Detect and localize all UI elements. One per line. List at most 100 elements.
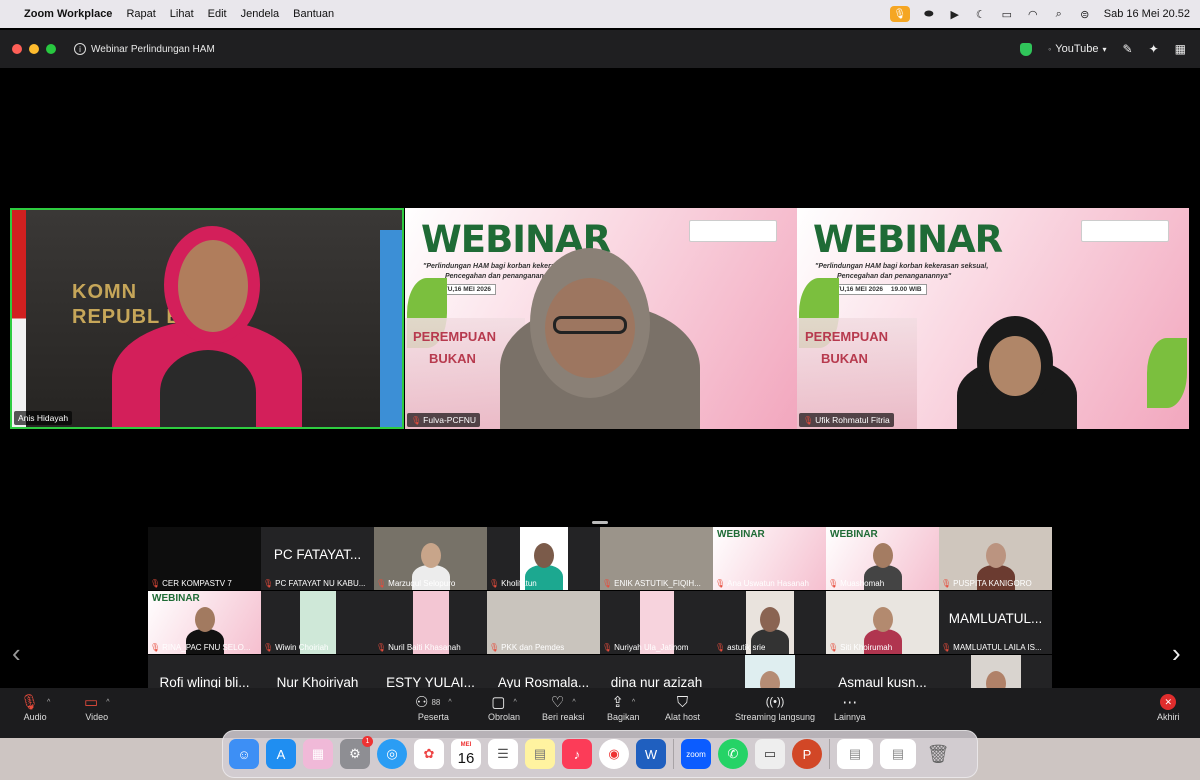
participant-name: Nuriyah Ula_Jatinom: [614, 643, 689, 652]
word-icon[interactable]: W: [636, 739, 666, 769]
host-tools-button[interactable]: ⛉ Alat host: [665, 692, 701, 723]
speaker-tile-anis-hidayah[interactable]: KOMN REPUBL ESIA Anis Hidayah: [10, 208, 404, 429]
moon-icon[interactable]: ☾: [974, 7, 988, 21]
live-stream-icon: ((•)): [765, 696, 785, 708]
person-face: [195, 607, 215, 632]
gallery-tile[interactable]: 🎙 CER KOMPASTV 7: [148, 527, 261, 590]
recent-document-icon[interactable]: ▤: [880, 739, 916, 769]
more-dots-icon: ⋯: [842, 694, 858, 711]
gallery-tile[interactable]: 🎙 astutik srie: [713, 591, 826, 654]
menu-jendela[interactable]: Jendela: [241, 8, 280, 20]
chevron-up-icon[interactable]: ^: [448, 699, 451, 706]
minimize-window-button[interactable]: [29, 44, 39, 54]
chevron-up-icon[interactable]: ^: [632, 699, 635, 706]
reactions-button[interactable]: ♡ ^ Beri reaksi: [542, 692, 585, 722]
meeting-info[interactable]: i Webinar Perlindungan HAM: [74, 43, 215, 55]
participant-name: RINA_PAC FNU SELO...: [162, 643, 251, 652]
gallery-tile[interactable]: 🎙 ENIK ASTUTIK_FIQIH...: [600, 527, 713, 590]
more-button[interactable]: ⋯ Lainnya: [834, 692, 866, 722]
ai-sparkle-icon[interactable]: ✦: [1149, 42, 1159, 56]
streaming-selector[interactable]: ◦ YouTube ▾: [1048, 43, 1106, 55]
music-icon[interactable]: ♪: [562, 739, 592, 769]
participant-name: MAMLUATUL LAILA IS...: [953, 643, 1042, 652]
chevron-up-icon[interactable]: ^: [513, 699, 516, 706]
menu-edit[interactable]: Edit: [208, 8, 227, 20]
end-meeting-button[interactable]: ✕ Akhiri: [1157, 692, 1180, 722]
participant-name: CER KOMPASTV 7: [162, 579, 232, 588]
chevron-up-icon[interactable]: ^: [106, 699, 109, 706]
notes-icon[interactable]: ▤: [525, 739, 555, 769]
webinar-title: WEBINAR: [813, 218, 1003, 261]
share-button[interactable]: ⇪ ^ Bagikan: [607, 692, 640, 722]
gallery-tile[interactable]: WEBINAR 🎙 Muashomah: [826, 527, 939, 590]
whatsapp-icon[interactable]: ✆: [718, 739, 748, 769]
gallery-tile[interactable]: 🎙 Nuriyah Ula_Jatinom: [600, 591, 713, 654]
live-stream-button[interactable]: ((•)) Streaming langsung: [735, 692, 815, 722]
calendar-icon[interactable]: MEI 16: [451, 739, 481, 769]
zoom-app-icon[interactable]: zoom: [681, 739, 711, 769]
person-face: [421, 543, 441, 568]
gallery-tile[interactable]: MAMLUATUL... 🎙 MAMLUATUL LAILA IS...: [939, 591, 1052, 654]
microphone-in-use-icon[interactable]: 🎙: [889, 6, 910, 22]
security-shield-icon[interactable]: [1020, 42, 1033, 56]
webinar-mini-title: WEBINAR: [717, 529, 765, 540]
menu-bantuan[interactable]: Bantuan: [293, 8, 334, 20]
chat-button[interactable]: ▢ ^ Obrolan: [488, 692, 520, 722]
launchpad-icon[interactable]: ▦: [303, 739, 333, 769]
wifi-icon[interactable]: ◠: [1026, 7, 1040, 21]
audio-button[interactable]: 🎙 ^ Audio: [20, 692, 50, 722]
gallery-tile[interactable]: 🎙 PKK dan Pemdes: [487, 591, 600, 654]
webinar-subtitle: "Perlindungan HAM bagi korban kekerasan …: [815, 263, 989, 270]
menubar-clock[interactable]: Sab 16 Mei 20.52: [1104, 8, 1190, 20]
chevron-up-icon[interactable]: ^: [47, 699, 50, 706]
gallery-tile[interactable]: PC FATAYAT... 🎙 PC FATAYAT NU KABU...: [261, 527, 374, 590]
finder-icon[interactable]: ☺: [229, 739, 259, 769]
safari-icon[interactable]: ◎: [377, 739, 407, 769]
photos-icon[interactable]: ✿: [414, 739, 444, 769]
zoom-status-icon[interactable]: ⬬: [922, 7, 936, 21]
flag-decoration: [12, 210, 26, 427]
gallery-prev-arrow-icon[interactable]: ‹: [12, 638, 21, 669]
gallery-tile[interactable]: 🎙 Siti Khoirumah: [826, 591, 939, 654]
participant-name: PC FATAYAT NU KABU...: [275, 579, 366, 588]
battery-icon[interactable]: ▭: [1000, 7, 1014, 21]
pencil-icon[interactable]: ✎: [1123, 42, 1133, 56]
video-button[interactable]: ▭ ^ Video: [84, 692, 109, 722]
speaker-tile-ufik[interactable]: WEBINAR "Perlindungan HAM bagi korban ke…: [797, 208, 1189, 429]
chevron-up-icon[interactable]: ^: [572, 699, 575, 706]
gallery-tile[interactable]: 🎙 Kholifatun: [487, 527, 600, 590]
menubar-app-name[interactable]: Zoom Workplace: [24, 8, 112, 20]
menu-rapat[interactable]: Rapat: [126, 8, 155, 20]
gallery-resize-handle[interactable]: [592, 521, 608, 524]
maximize-window-button[interactable]: [46, 44, 56, 54]
gallery-tile[interactable]: 🎙 PUSPITA KANIGORO: [939, 527, 1052, 590]
close-window-button[interactable]: [12, 44, 22, 54]
gallery-tile[interactable]: WEBINAR 🎙 RINA_PAC FNU SELO...: [148, 591, 261, 654]
participants-button[interactable]: ⚇ 88 ^ Peserta: [415, 692, 452, 722]
participant-name: Ufik Rohmatul Fitria: [815, 415, 890, 425]
system-settings-icon[interactable]: ⚙ 1: [340, 736, 373, 769]
app-store-icon[interactable]: A: [266, 739, 296, 769]
participant-name-label: 🎙 Wiwin Choiriah: [263, 643, 372, 652]
scanner-icon[interactable]: ▭: [755, 739, 785, 769]
host-tools-label: Alat host: [665, 712, 701, 722]
reactions-label: Beri reaksi: [542, 712, 585, 722]
gallery-tile[interactable]: WEBINAR 🎙 Ana Uswatun Hasanah: [713, 527, 826, 590]
gallery-view-icon[interactable]: ▦: [1175, 42, 1186, 56]
muted-mic-icon: 🎙: [150, 643, 161, 652]
gallery-next-arrow-icon[interactable]: ›: [1172, 638, 1181, 669]
speaker-tile-fulva[interactable]: WEBINAR "Perlindungan HAM bagi korban ke…: [405, 208, 797, 429]
gallery-tile[interactable]: 🎙 Wiwin Choiriah: [261, 591, 374, 654]
reminders-icon[interactable]: ☰: [488, 739, 518, 769]
gallery-tile[interactable]: 🎙 Marzuqul Selopuro: [374, 527, 487, 590]
control-center-icon[interactable]: ⊜: [1078, 7, 1092, 21]
recent-document-icon[interactable]: ▤: [837, 739, 873, 769]
menu-lihat[interactable]: Lihat: [170, 8, 194, 20]
powerpoint-icon[interactable]: P: [792, 739, 822, 769]
trash-icon[interactable]: 🗑: [923, 739, 953, 769]
gallery-tile[interactable]: 🎙 Nuril Baiti Khasanah: [374, 591, 487, 654]
more-label: Lainnya: [834, 712, 866, 722]
chrome-icon[interactable]: ◉: [599, 739, 629, 769]
search-icon[interactable]: ⌕: [1052, 7, 1066, 21]
play-icon[interactable]: ▶: [948, 7, 962, 21]
